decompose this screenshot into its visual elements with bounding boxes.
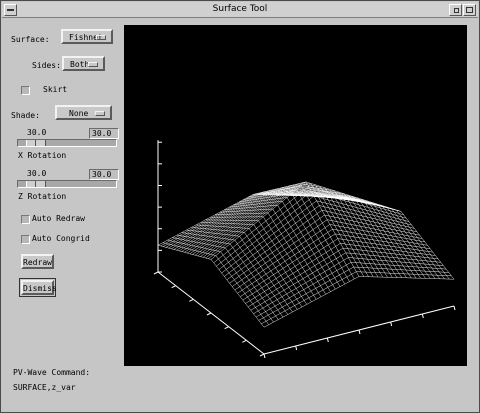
surface-option-menu[interactable]: Fishnet xyxy=(61,29,113,44)
surface-plot-area xyxy=(124,25,467,366)
sides-option-menu[interactable]: Both xyxy=(62,56,105,71)
x-rotation-field[interactable]: 30.0 xyxy=(89,128,119,139)
auto-redraw-label: Auto Redraw xyxy=(32,214,85,223)
surface-label: Surface: xyxy=(11,35,50,44)
y-axis-tick xyxy=(171,285,176,289)
z-rotation-field[interactable]: 30.0 xyxy=(89,169,119,180)
x-axis-tick xyxy=(263,353,266,359)
auto-congrid-label: Auto Congrid xyxy=(32,234,90,243)
minimize-icon[interactable] xyxy=(449,4,462,16)
y-axis-tick xyxy=(224,326,229,330)
skirt-checkbox[interactable] xyxy=(21,86,30,95)
option-menu-indicator-icon xyxy=(88,62,98,67)
skirt-label: Skirt xyxy=(43,85,68,94)
x-rotation-slider[interactable] xyxy=(17,139,117,147)
shade-label: Shade: xyxy=(11,111,40,120)
y-axis-tick xyxy=(189,298,194,302)
window-title: Surface Tool xyxy=(212,4,268,14)
command-text: SURFACE,z_var xyxy=(13,383,76,392)
x-axis-tick xyxy=(421,313,424,319)
surface-plot xyxy=(153,140,456,359)
z-rotation-slider-value: 30.0 xyxy=(27,169,47,178)
shade-option-value: None xyxy=(69,109,89,118)
option-menu-indicator-icon xyxy=(96,35,106,40)
sides-option-value: Both xyxy=(70,60,90,69)
title-bar[interactable]: Surface Tool xyxy=(2,2,478,18)
shade-option-menu[interactable]: None xyxy=(55,105,112,120)
z-rotation-field-value: 30.0 xyxy=(92,170,112,179)
redraw-button-label: Redraw xyxy=(23,258,52,267)
auto-congrid-checkbox[interactable] xyxy=(21,235,30,244)
dismiss-button-label: Dismiss xyxy=(23,284,57,293)
x-axis-tick xyxy=(390,321,393,327)
option-menu-indicator-icon xyxy=(95,111,105,116)
redraw-button[interactable]: Redraw xyxy=(21,254,54,269)
x-rotation-label: X Rotation xyxy=(18,151,67,160)
command-label: PV-Wave Command: xyxy=(13,368,91,377)
z-rotation-slider[interactable] xyxy=(17,180,117,188)
maximize-icon[interactable] xyxy=(463,4,476,16)
auto-redraw-checkbox[interactable] xyxy=(21,215,30,224)
dismiss-button[interactable]: Dismiss xyxy=(19,278,57,297)
y-axis-tick xyxy=(153,271,159,275)
surface-tool-window: Surface Tool Surface: Fishnet Sides: Bot… xyxy=(0,0,480,413)
sides-label: Sides: xyxy=(32,61,61,70)
x-axis-tick xyxy=(358,329,361,335)
y-axis-tick xyxy=(259,353,265,357)
z-rotation-slider-thumb[interactable] xyxy=(26,181,46,187)
x-axis-tick xyxy=(295,345,298,351)
z-rotation-label: Z Rotation xyxy=(18,192,67,201)
surface-mesh-lines-v xyxy=(157,181,455,328)
x-rotation-field-value: 30.0 xyxy=(92,129,112,138)
x-rotation-slider-value: 30.0 xyxy=(27,128,47,137)
y-axis-tick xyxy=(242,339,247,343)
x-axis-tick xyxy=(326,337,329,343)
y-axis-tick xyxy=(206,312,212,316)
surface-mesh-lines-u xyxy=(157,181,455,328)
x-axis-tick xyxy=(453,305,456,311)
x-rotation-slider-thumb[interactable] xyxy=(26,140,46,146)
